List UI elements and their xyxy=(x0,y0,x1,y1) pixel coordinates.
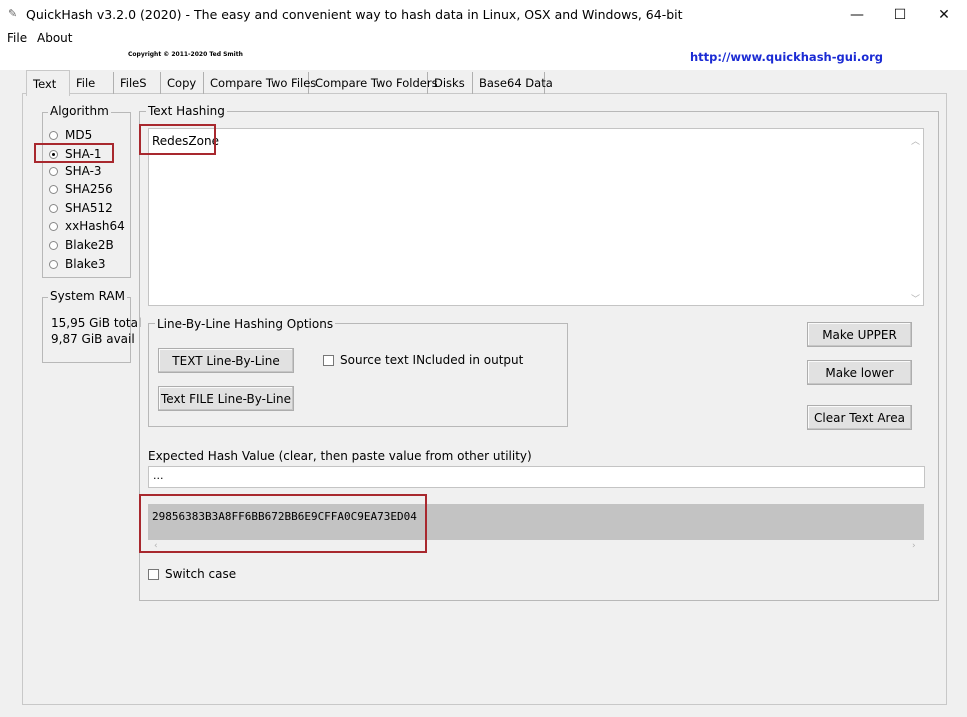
text-hashing-label: Text Hashing xyxy=(146,104,227,118)
minimize-button[interactable]: — xyxy=(834,0,880,30)
radio-sha256[interactable]: SHA256 xyxy=(49,180,113,198)
checkbox-icon xyxy=(148,568,159,580)
radio-circle-icon xyxy=(49,240,58,250)
source-included-checkbox[interactable]: Source text INcluded in output xyxy=(323,353,523,367)
copyright-text: Copyright © 2011-2020 Ted Smith xyxy=(128,51,243,58)
expected-hash-input[interactable]: ... xyxy=(148,466,925,488)
menu-file[interactable]: File xyxy=(7,31,27,45)
maximize-button[interactable]: ☐ xyxy=(877,0,923,30)
line-by-line-label: Line-By-Line Hashing Options xyxy=(155,317,336,331)
clear-text-area-button[interactable]: Clear Text Area xyxy=(807,405,912,430)
scroll-down-icon[interactable]: ﹀ xyxy=(911,292,920,305)
radio-xxhash64[interactable]: xxHash64 xyxy=(49,217,125,235)
radio-circle-icon xyxy=(49,221,58,231)
close-button[interactable]: ✕ xyxy=(921,0,967,30)
radio-circle-icon xyxy=(49,184,58,194)
tab-text[interactable]: Text xyxy=(26,70,70,96)
tab-base64-data[interactable]: Base64 Data xyxy=(473,72,553,94)
radio-circle-icon xyxy=(49,166,58,176)
ram-total: 15,95 GiB total xyxy=(51,316,142,330)
highlight-input-text xyxy=(139,124,216,155)
tab-compare-two-files[interactable]: Compare Two Files xyxy=(204,72,316,94)
text-file-line-by-line-button[interactable]: Text FILE Line-By-Line xyxy=(158,386,294,411)
highlight-sha1 xyxy=(34,143,114,163)
ram-available: 9,87 GiB avail xyxy=(51,332,135,346)
radio-circle-icon xyxy=(49,203,58,213)
switch-case-checkbox[interactable]: Switch case xyxy=(148,567,236,581)
radio-circle-icon xyxy=(49,259,58,269)
radio-circle-icon xyxy=(49,130,58,140)
menu-bar xyxy=(0,30,967,48)
website-link[interactable]: http://www.quickhash-gui.org xyxy=(690,50,883,64)
highlight-hash-output xyxy=(139,494,427,553)
radio-blake3[interactable]: Blake3 xyxy=(49,255,105,273)
scroll-up-icon[interactable]: ︿ xyxy=(911,134,920,147)
text-input-area[interactable]: RedesZone xyxy=(148,128,924,306)
make-lower-button[interactable]: Make lower xyxy=(807,360,912,385)
algorithm-label: Algorithm xyxy=(48,104,111,118)
radio-sha3[interactable]: SHA-3 xyxy=(49,162,102,180)
system-ram-group xyxy=(42,297,131,363)
line-by-line-group xyxy=(148,323,568,427)
radio-blake2b[interactable]: Blake2B xyxy=(49,236,114,254)
scroll-right-icon[interactable]: › xyxy=(912,541,916,551)
tab-copy[interactable]: Copy xyxy=(161,72,204,94)
tab-file[interactable]: File xyxy=(70,72,114,94)
system-ram-label: System RAM xyxy=(48,289,127,303)
expected-hash-label: Expected Hash Value (clear, then paste v… xyxy=(148,449,532,463)
menu-about[interactable]: About xyxy=(37,31,72,45)
radio-md5[interactable]: MD5 xyxy=(49,126,92,144)
make-upper-button[interactable]: Make UPPER xyxy=(807,322,912,347)
radio-sha512[interactable]: SHA512 xyxy=(49,199,113,217)
app-icon: ✎ xyxy=(8,7,18,20)
tab-files[interactable]: FileS xyxy=(114,72,161,94)
tab-disks[interactable]: Disks xyxy=(428,72,473,94)
checkbox-icon xyxy=(323,354,334,366)
window-title: QuickHash v3.2.0 (2020) - The easy and c… xyxy=(26,7,683,22)
tab-compare-two-folders[interactable]: Compare Two Folders xyxy=(309,72,438,94)
text-line-by-line-button[interactable]: TEXT Line-By-Line xyxy=(158,348,294,373)
